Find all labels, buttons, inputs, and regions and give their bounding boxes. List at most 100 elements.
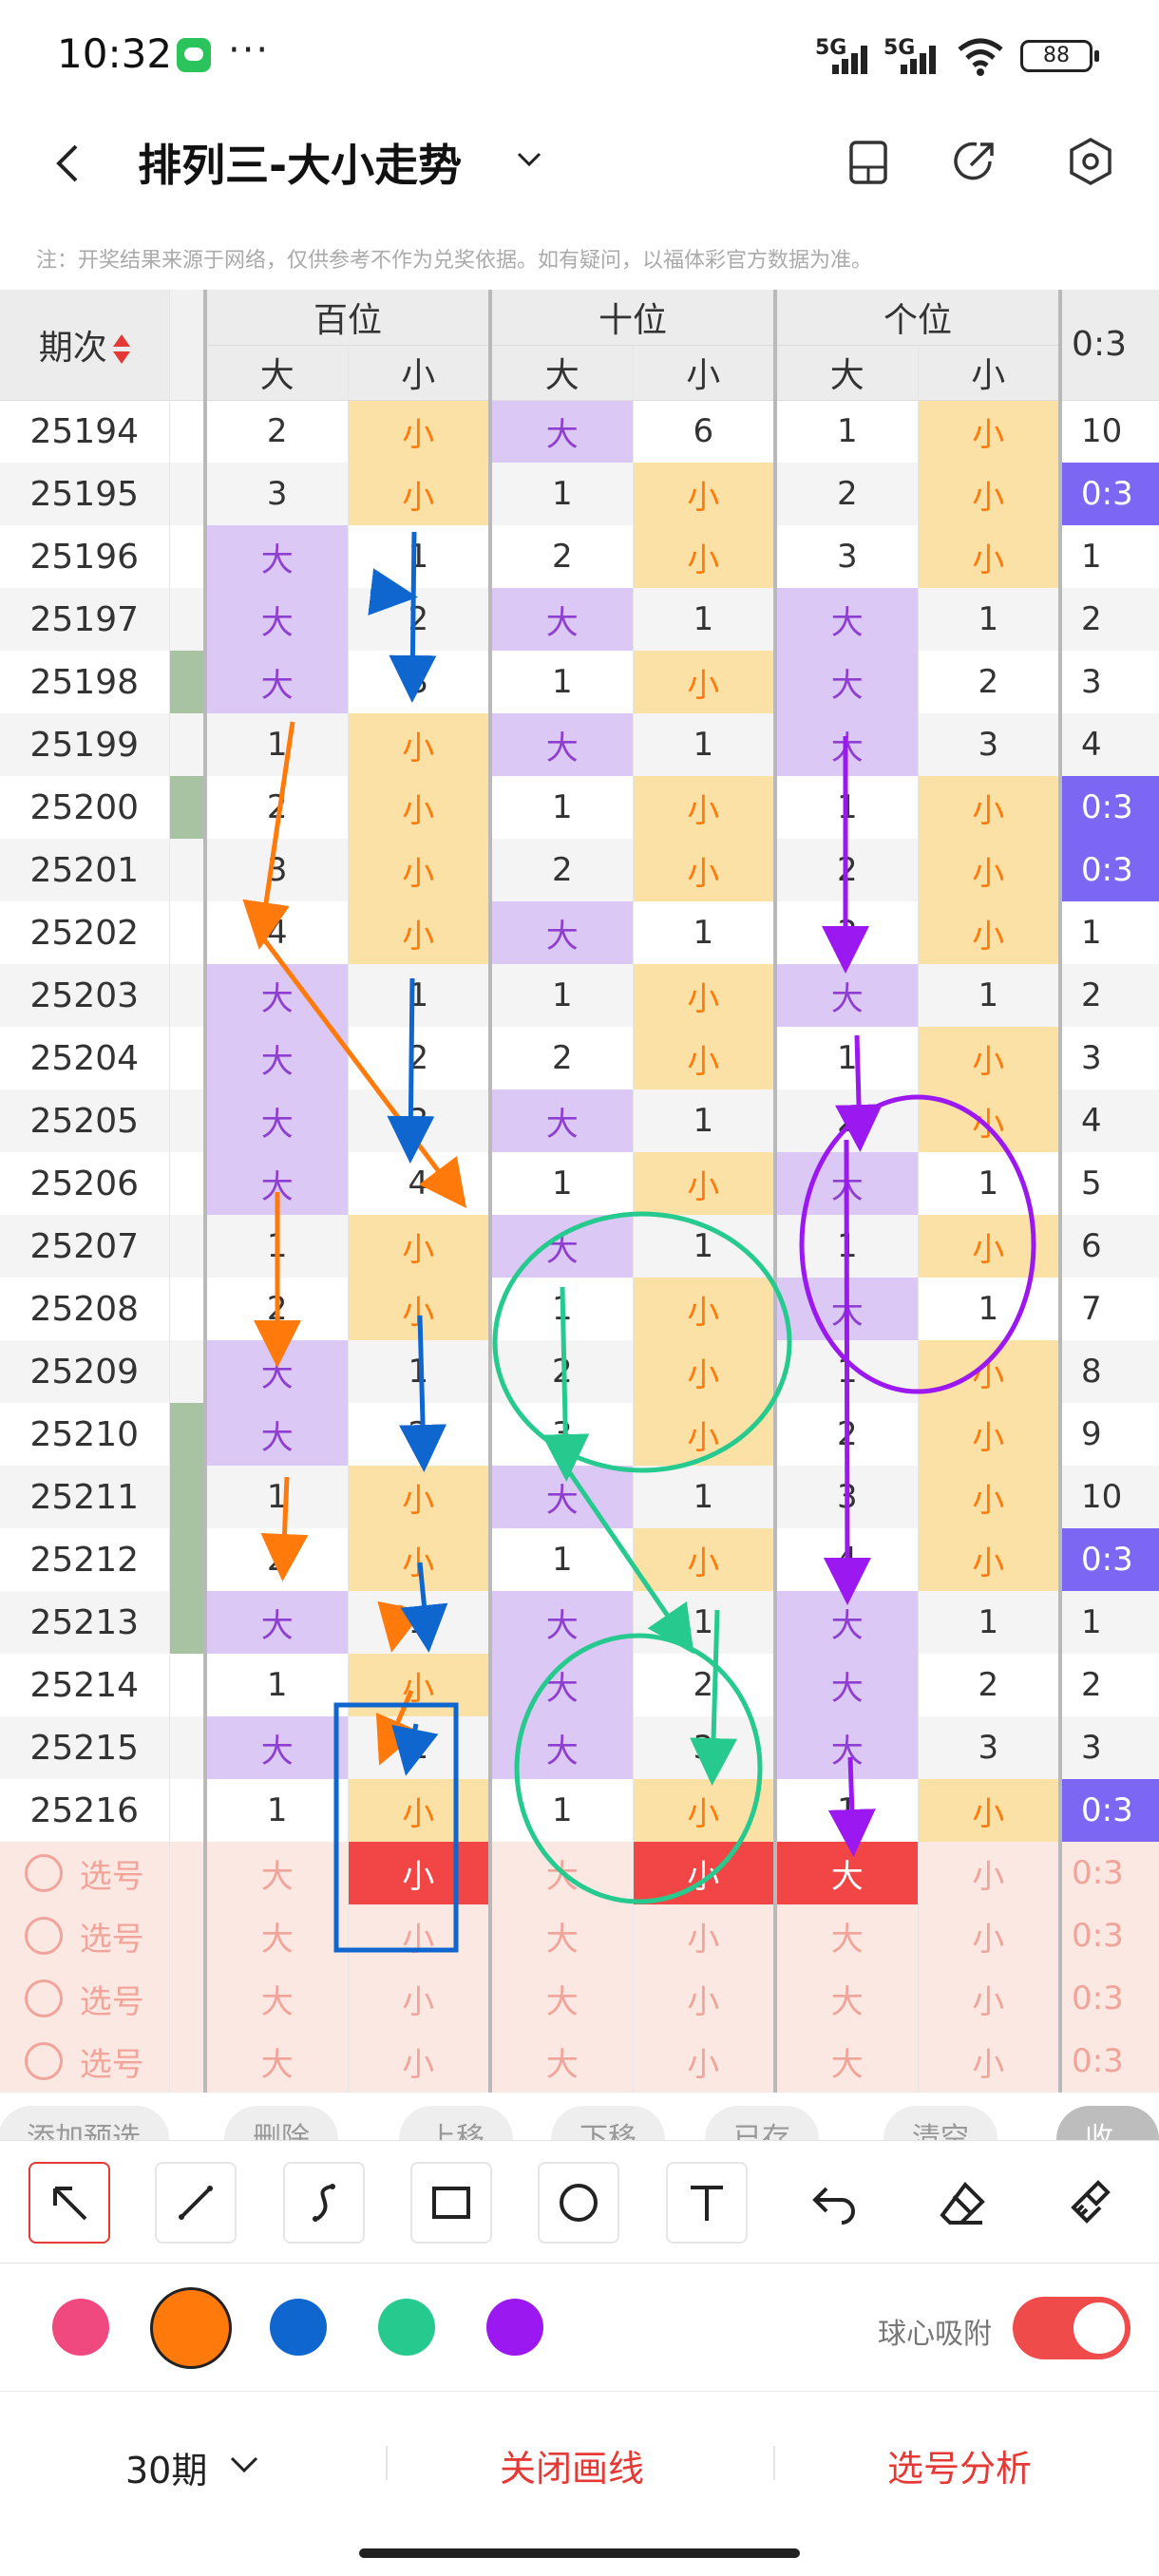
color-swatch-green[interactable] xyxy=(378,2299,435,2356)
select-option-cell[interactable]: 大 xyxy=(203,1967,349,2030)
radio-icon[interactable] xyxy=(24,1854,63,1892)
add-preselect-chip[interactable]: 添加预选 xyxy=(0,2106,169,2140)
small-cell: 小 xyxy=(348,1278,491,1340)
big-cell: 大 xyxy=(488,1466,634,1528)
clear-all-tool[interactable] xyxy=(1049,2162,1130,2244)
clear-chip[interactable]: 清空 xyxy=(884,2106,998,2140)
issue-header[interactable]: 期次 xyxy=(0,290,170,401)
period-selector[interactable]: 30期 xyxy=(125,2441,207,2493)
select-option-cell[interactable]: 大 xyxy=(488,1967,634,2030)
count-cell: 3 xyxy=(918,1716,1061,1779)
select-option-cell[interactable]: 大 xyxy=(773,1904,919,1967)
radio-icon[interactable] xyxy=(24,1979,63,2017)
chevron-down-icon[interactable] xyxy=(513,142,545,175)
radio-icon[interactable] xyxy=(24,2042,63,2080)
select-option-cell[interactable]: 小 xyxy=(918,1842,1061,1904)
sort-icon[interactable] xyxy=(112,332,130,367)
line-tool[interactable] xyxy=(155,2162,237,2244)
small-cell: 小 xyxy=(348,400,491,463)
select-option-cell[interactable]: 大 xyxy=(773,2030,919,2093)
color-swatch-purple[interactable] xyxy=(486,2299,543,2356)
color-swatch-pink[interactable] xyxy=(52,2299,109,2356)
undo-tool[interactable] xyxy=(794,2162,876,2244)
table-row: 25195 3 小 1 小 2 小 0:3 xyxy=(0,463,1159,525)
table-row: 25199 1 小大 1 大 3 4 xyxy=(0,713,1159,776)
group-header-hundreds: 百位 xyxy=(202,290,491,346)
settings-icon[interactable] xyxy=(1062,133,1119,190)
radio-icon[interactable] xyxy=(24,1917,63,1955)
big-cell: 大 xyxy=(203,1591,349,1654)
select-row[interactable]: 选号大小大小大小 0:3 xyxy=(0,1967,1159,2030)
close-lines-button[interactable]: 关闭画线 xyxy=(500,2439,644,2491)
select-option-cell[interactable]: 大 xyxy=(773,1842,919,1904)
select-option-cell[interactable]: 大 xyxy=(203,1842,349,1904)
count-cell: 1 xyxy=(633,1466,776,1528)
select-row[interactable]: 选号大小大小大小 0:3 xyxy=(0,2030,1159,2093)
count-cell: 2 xyxy=(203,1528,349,1591)
select-option-cell[interactable]: 大 xyxy=(488,1842,634,1904)
share-icon[interactable] xyxy=(948,133,1005,190)
trend-table-area[interactable]: 期次 百位 十位 个位 0:3 大 小 大 小 大 小 25194 2 小大 6 1 小 1… xyxy=(0,290,1159,2094)
eraser-tool[interactable] xyxy=(922,2162,1003,2244)
select-label-cell[interactable]: 选号 xyxy=(0,1967,170,2030)
small-cell: 小 xyxy=(633,651,776,713)
small-cell: 小 xyxy=(633,525,776,588)
select-option-cell[interactable]: 大 xyxy=(488,2030,634,2093)
saved-chip[interactable]: 已存 xyxy=(705,2106,819,2140)
count-cell: 1 xyxy=(773,1779,919,1842)
big-cell: 大 xyxy=(773,651,919,713)
arrow-tool[interactable] xyxy=(28,2162,110,2244)
count-cell: 2 xyxy=(348,1403,491,1466)
select-option-cell[interactable]: 大 xyxy=(773,1967,919,2030)
issue-cell: 25212 xyxy=(0,1528,170,1591)
select-option-cell[interactable]: 小 xyxy=(348,1967,491,2030)
rectangle-tool[interactable] xyxy=(410,2162,492,2244)
select-option-cell[interactable]: 小 xyxy=(633,1967,776,2030)
color-swatch-orange[interactable] xyxy=(150,2287,232,2369)
count-cell: 1 xyxy=(773,1027,919,1089)
small-cell: 小 xyxy=(633,1152,776,1215)
table-row: 25214 1 小大 2 大 2 2 xyxy=(0,1654,1159,1716)
text-tool[interactable] xyxy=(666,2162,748,2244)
color-swatch-blue[interactable] xyxy=(270,2299,327,2356)
select-option-cell[interactable]: 小 xyxy=(348,2030,491,2093)
select-row[interactable]: 选号大小大小大小 0:3 xyxy=(0,1842,1159,1904)
select-option-cell[interactable]: 大 xyxy=(488,1904,634,1967)
table-row: 25215 大 1 大 3 大 3 3 xyxy=(0,1716,1159,1779)
select-option-cell[interactable]: 小 xyxy=(633,2030,776,2093)
ratio-cell: 10 xyxy=(1058,400,1159,463)
collapse-chip[interactable]: 收起 xyxy=(1056,2106,1159,2140)
select-option-cell[interactable]: 小 xyxy=(918,1904,1061,1967)
ratio-cell: 4 xyxy=(1058,713,1159,776)
select-option-cell[interactable]: 小 xyxy=(918,2030,1061,2093)
circle-tool[interactable] xyxy=(538,2162,619,2244)
count-cell: 2 xyxy=(203,1278,349,1340)
move-down-chip[interactable]: 下移 xyxy=(551,2106,665,2140)
portrait-mode-icon[interactable] xyxy=(840,133,897,190)
delete-chip[interactable]: 删除 xyxy=(224,2106,338,2140)
snap-toggle[interactable] xyxy=(1013,2297,1130,2359)
back-icon[interactable] xyxy=(48,142,89,184)
ratio-cell: 1 xyxy=(1058,901,1159,964)
select-option-cell[interactable]: 小 xyxy=(918,1967,1061,2030)
select-option-cell[interactable]: 大 xyxy=(203,1904,349,1967)
chevron-down-icon[interactable] xyxy=(228,2451,260,2479)
curve-tool[interactable] xyxy=(283,2162,365,2244)
select-option-cell[interactable]: 小 xyxy=(348,1842,491,1904)
small-cell: 小 xyxy=(348,1779,491,1842)
disclaimer-notice: 注：开奖结果来源于网络，仅供参考不作为兑奖依据。如有疑问，以福体彩官方数据为准。 xyxy=(36,249,873,273)
select-option-cell[interactable]: 大 xyxy=(203,2030,349,2093)
count-cell: 1 xyxy=(203,1215,349,1278)
select-option-cell[interactable]: 小 xyxy=(633,1904,776,1967)
selection-analysis-button[interactable]: 选号分析 xyxy=(887,2439,1032,2491)
select-option-cell[interactable]: 小 xyxy=(633,1842,776,1904)
select-option-cell[interactable]: 小 xyxy=(348,1904,491,1967)
select-row[interactable]: 选号大小大小大小 0:3 xyxy=(0,1904,1159,1967)
gap-cell xyxy=(169,1842,206,1904)
broom-icon xyxy=(1071,2180,1111,2224)
select-label-cell[interactable]: 选号 xyxy=(0,2030,170,2093)
select-label-cell[interactable]: 选号 xyxy=(0,1904,170,1967)
select-label-cell[interactable]: 选号 xyxy=(0,1842,170,1904)
move-up-chip[interactable]: 上移 xyxy=(399,2106,513,2140)
page-title[interactable]: 排列三-大小走势 xyxy=(138,131,462,194)
